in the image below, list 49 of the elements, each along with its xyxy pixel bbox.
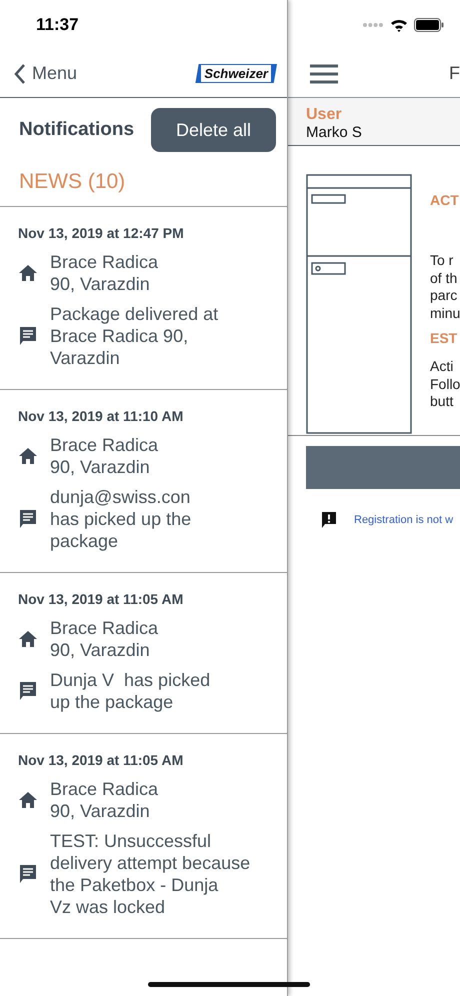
delete-all-button[interactable]: Delete all: [151, 108, 276, 152]
back-link[interactable]: Menu: [14, 62, 78, 84]
back-chevron-icon: [14, 62, 26, 84]
notification-date: Nov 13, 2019 at 11:10 AM: [18, 408, 184, 424]
notification-date: Nov 13, 2019 at 11:05 AM: [18, 591, 184, 607]
message-text: TEST: Unsuccessful delivery attempt because the Paketbox - Dunja Vz was locked: [50, 830, 250, 918]
address-text: Brace Radica 90, Varazdin: [50, 778, 158, 822]
home-icon: [18, 447, 38, 465]
menu-icon[interactable]: [310, 64, 338, 84]
notification-item[interactable]: Nov 13, 2019 at 12:47 PM Brace Radica 90, Varazdin Package delivered at Brace Radica 90, Varazdin: [0, 207, 287, 390]
message-text: dunja@swiss.con has picked up the package: [50, 486, 192, 552]
address-text: Brace Radica 90, Varazdin: [50, 251, 158, 295]
section-heading: EST: [430, 330, 458, 346]
section-heading: NEWS (10): [0, 152, 287, 207]
screen-title: F: [449, 63, 460, 84]
alert-message-icon: [320, 511, 338, 529]
message-icon: [18, 681, 38, 701]
signal-icon: [362, 22, 384, 28]
address-text: Brace Radica 90, Varazdin: [50, 617, 158, 661]
paragraph-text: parc: [430, 287, 458, 304]
paragraph-text: Follo: [430, 376, 460, 393]
home-icon: [18, 630, 38, 648]
paragraph-text: butt: [430, 393, 454, 410]
section-heading: ACT: [430, 192, 460, 208]
paragraph-text: minu: [430, 304, 460, 322]
wifi-icon: [390, 18, 408, 32]
home-icon: [18, 264, 38, 282]
home-icon: [18, 791, 38, 809]
notification-date: Nov 13, 2019 at 11:05 AM: [18, 752, 184, 768]
message-text: Package delivered at Brace Radica 90, Varazdin: [50, 303, 218, 369]
paragraph-text: Acti: [430, 358, 454, 376]
status-time: 11:37: [36, 15, 79, 35]
message-icon: [18, 326, 38, 346]
notification-item[interactable]: Nov 13, 2019 at 11:10 AM Brace Radica 90, Varazdin dunja@swiss.con has picked up the package: [0, 390, 287, 573]
address-text: Brace Radica 90, Varazdin: [50, 434, 158, 478]
message-icon: [18, 509, 38, 529]
battery-icon: [414, 18, 444, 32]
notification-date: Nov 13, 2019 at 12:47 PM: [18, 225, 185, 241]
user-name: Marko S: [306, 124, 363, 141]
message-icon: [18, 864, 38, 884]
logo-text: Schweizer: [201, 65, 271, 82]
notifications-title: Notifications: [19, 119, 134, 141]
message-text: Dunja V has picked up the package: [50, 669, 210, 713]
paragraph-text: of th: [430, 270, 458, 287]
user-label: User: [306, 106, 343, 124]
notification-item[interactable]: Nov 13, 2019 at 11:05 AM Brace Radica 90, Varazdin Dunja V has picked up the package: [0, 573, 287, 734]
paragraph-text: To r: [430, 252, 454, 270]
registration-link[interactable]: Registration is not w: [354, 514, 454, 526]
notification-item[interactable]: Nov 13, 2019 at 11:05 AM Brace Radica 90, Varazdin TEST: Unsuccessful delivery attempt because the Paketbox - Dunja Vz was locked: [0, 734, 287, 939]
